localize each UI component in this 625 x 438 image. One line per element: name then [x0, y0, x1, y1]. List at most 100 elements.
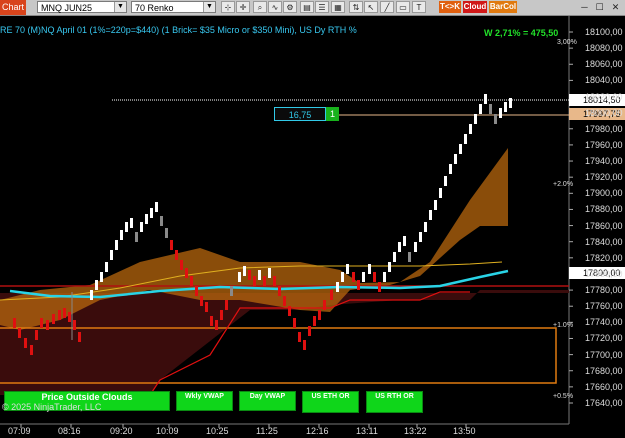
renko-brick: [352, 272, 355, 282]
renko-brick: [105, 262, 108, 272]
renko-brick: [479, 104, 482, 114]
renko-brick: [90, 290, 93, 300]
crosshair-icon[interactable]: ✛: [236, 1, 250, 13]
properties-icon[interactable]: ☰: [315, 1, 329, 13]
chevron-down-icon: ▼: [114, 2, 126, 12]
renko-brick: [145, 214, 148, 224]
cloud-tag-button[interactable]: Cloud: [463, 1, 487, 13]
pct-level-05: +0.5%: [553, 393, 574, 400]
renko-brick: [180, 260, 183, 270]
pct-level-3: 3,00%: [557, 39, 577, 46]
price-axis-label: 17820,00: [585, 252, 623, 263]
renko-chart[interactable]: [0, 16, 625, 438]
renko-brick: [263, 276, 266, 286]
renko-brick: [318, 310, 321, 320]
cursor-icon[interactable]: ↖: [364, 1, 378, 13]
draw-tool-icon[interactable]: ⊹: [221, 1, 235, 13]
price-axis-label: 18060,00: [585, 59, 623, 70]
plot-area: [0, 16, 625, 428]
time-axis-label: 10:25: [206, 426, 229, 436]
renko-brick: [341, 272, 344, 282]
us-rth-or-button[interactable]: US RTH OR: [366, 391, 423, 413]
instrument-selector[interactable]: MNQ JUN25 ▼: [37, 1, 127, 13]
minimize-icon[interactable]: ─: [578, 1, 591, 13]
renko-brick: [419, 232, 422, 242]
wkly-vwap-button[interactable]: Wkly VWAP: [176, 391, 233, 411]
renko-brick: [303, 340, 306, 350]
renko-brick: [46, 320, 49, 330]
renko-brick: [494, 114, 497, 124]
renko-brick: [268, 268, 271, 278]
strategy-icon[interactable]: ⚙: [283, 1, 297, 13]
renko-brick: [357, 280, 360, 290]
maximize-icon[interactable]: ☐: [593, 1, 606, 13]
renko-brick: [73, 320, 76, 330]
renko-brick: [293, 318, 296, 328]
us-eth-or-button[interactable]: US ETH OR: [302, 391, 359, 413]
renko-brick: [403, 236, 406, 246]
renko-brick: [346, 264, 349, 274]
renko-brick: [408, 252, 411, 262]
close-icon[interactable]: ✕: [609, 1, 622, 13]
text-tool-icon[interactable]: T: [412, 1, 426, 13]
price-outside-clouds-label: Price Outside Clouds: [41, 392, 133, 402]
renko-brick: [454, 154, 457, 164]
bar-type-selector[interactable]: 70 Renko ▼: [131, 1, 216, 13]
renko-brick: [368, 264, 371, 274]
renko-brick: [115, 240, 118, 250]
renko-brick: [509, 98, 512, 108]
renko-brick: [459, 144, 462, 154]
template-icon[interactable]: ▤: [300, 1, 314, 13]
renko-brick: [243, 266, 246, 276]
price-axis-label: 17660,00: [585, 381, 623, 392]
data-box-icon[interactable]: ▦: [331, 1, 345, 13]
day-vwap-button[interactable]: Day VWAP: [239, 391, 296, 411]
time-axis-label: 13:50: [453, 426, 476, 436]
renko-brick: [220, 310, 223, 320]
barcol-tag-button[interactable]: BarCol: [489, 1, 517, 13]
instrument-label: MNQ JUN25: [41, 3, 93, 13]
renko-brick: [362, 272, 365, 282]
renko-brick: [40, 318, 43, 328]
renko-brick: [100, 272, 103, 282]
chart-trader-icon[interactable]: ⇅: [349, 1, 363, 13]
pct-level-2: +2.0%: [553, 181, 574, 188]
chart-toolbar: Chart MNQ JUN25 ▼ 70 Renko ▼ ⊹ ✛ ⌕ ∿ ⚙ ▤…: [0, 0, 625, 16]
renko-brick: [258, 270, 261, 280]
shape-tool-icon[interactable]: ▭: [396, 1, 410, 13]
position-pnl-box[interactable]: 16,75: [274, 107, 326, 121]
renko-brick: [18, 328, 21, 338]
renko-brick: [298, 332, 301, 342]
renko-brick: [35, 330, 38, 340]
chevron-down-icon: ▼: [203, 2, 215, 12]
renko-brick: [278, 286, 281, 296]
price-axis-label: 18020,00: [585, 91, 623, 102]
copyright-label: © 2025 NinjaTrader, LLC: [2, 402, 102, 412]
time-axis-label: 07:09: [8, 426, 31, 436]
renko-brick: [140, 222, 143, 232]
renko-brick: [398, 242, 401, 252]
renko-brick: [489, 104, 492, 114]
renko-brick: [205, 302, 208, 312]
renko-brick: [283, 296, 286, 306]
tk-tag-button[interactable]: T<>K: [439, 1, 461, 13]
price-axis-label: 18000,00: [585, 107, 623, 118]
position-qty-box[interactable]: 1: [326, 107, 339, 121]
renko-brick: [383, 272, 386, 282]
price-axis-label: 17800,00: [585, 268, 623, 279]
renko-brick: [313, 316, 316, 326]
renko-brick: [24, 338, 27, 348]
renko-brick: [135, 232, 138, 242]
renko-brick: [155, 202, 158, 212]
line-tool-icon[interactable]: ╱: [380, 1, 394, 13]
chart-tab[interactable]: Chart: [0, 0, 26, 15]
price-axis-label: 17920,00: [585, 172, 623, 183]
time-axis-label: 10:09: [156, 426, 179, 436]
indicator-icon[interactable]: ∿: [268, 1, 282, 13]
renko-brick: [424, 222, 427, 232]
renko-brick: [58, 310, 61, 320]
renko-brick: [68, 312, 71, 322]
zoom-icon[interactable]: ⌕: [253, 1, 267, 13]
pct-level-1: +1.0%: [553, 322, 574, 329]
chart-header: RE 70 (M)NQ April 01 (1%=220p=$440) (1 B…: [0, 25, 357, 35]
